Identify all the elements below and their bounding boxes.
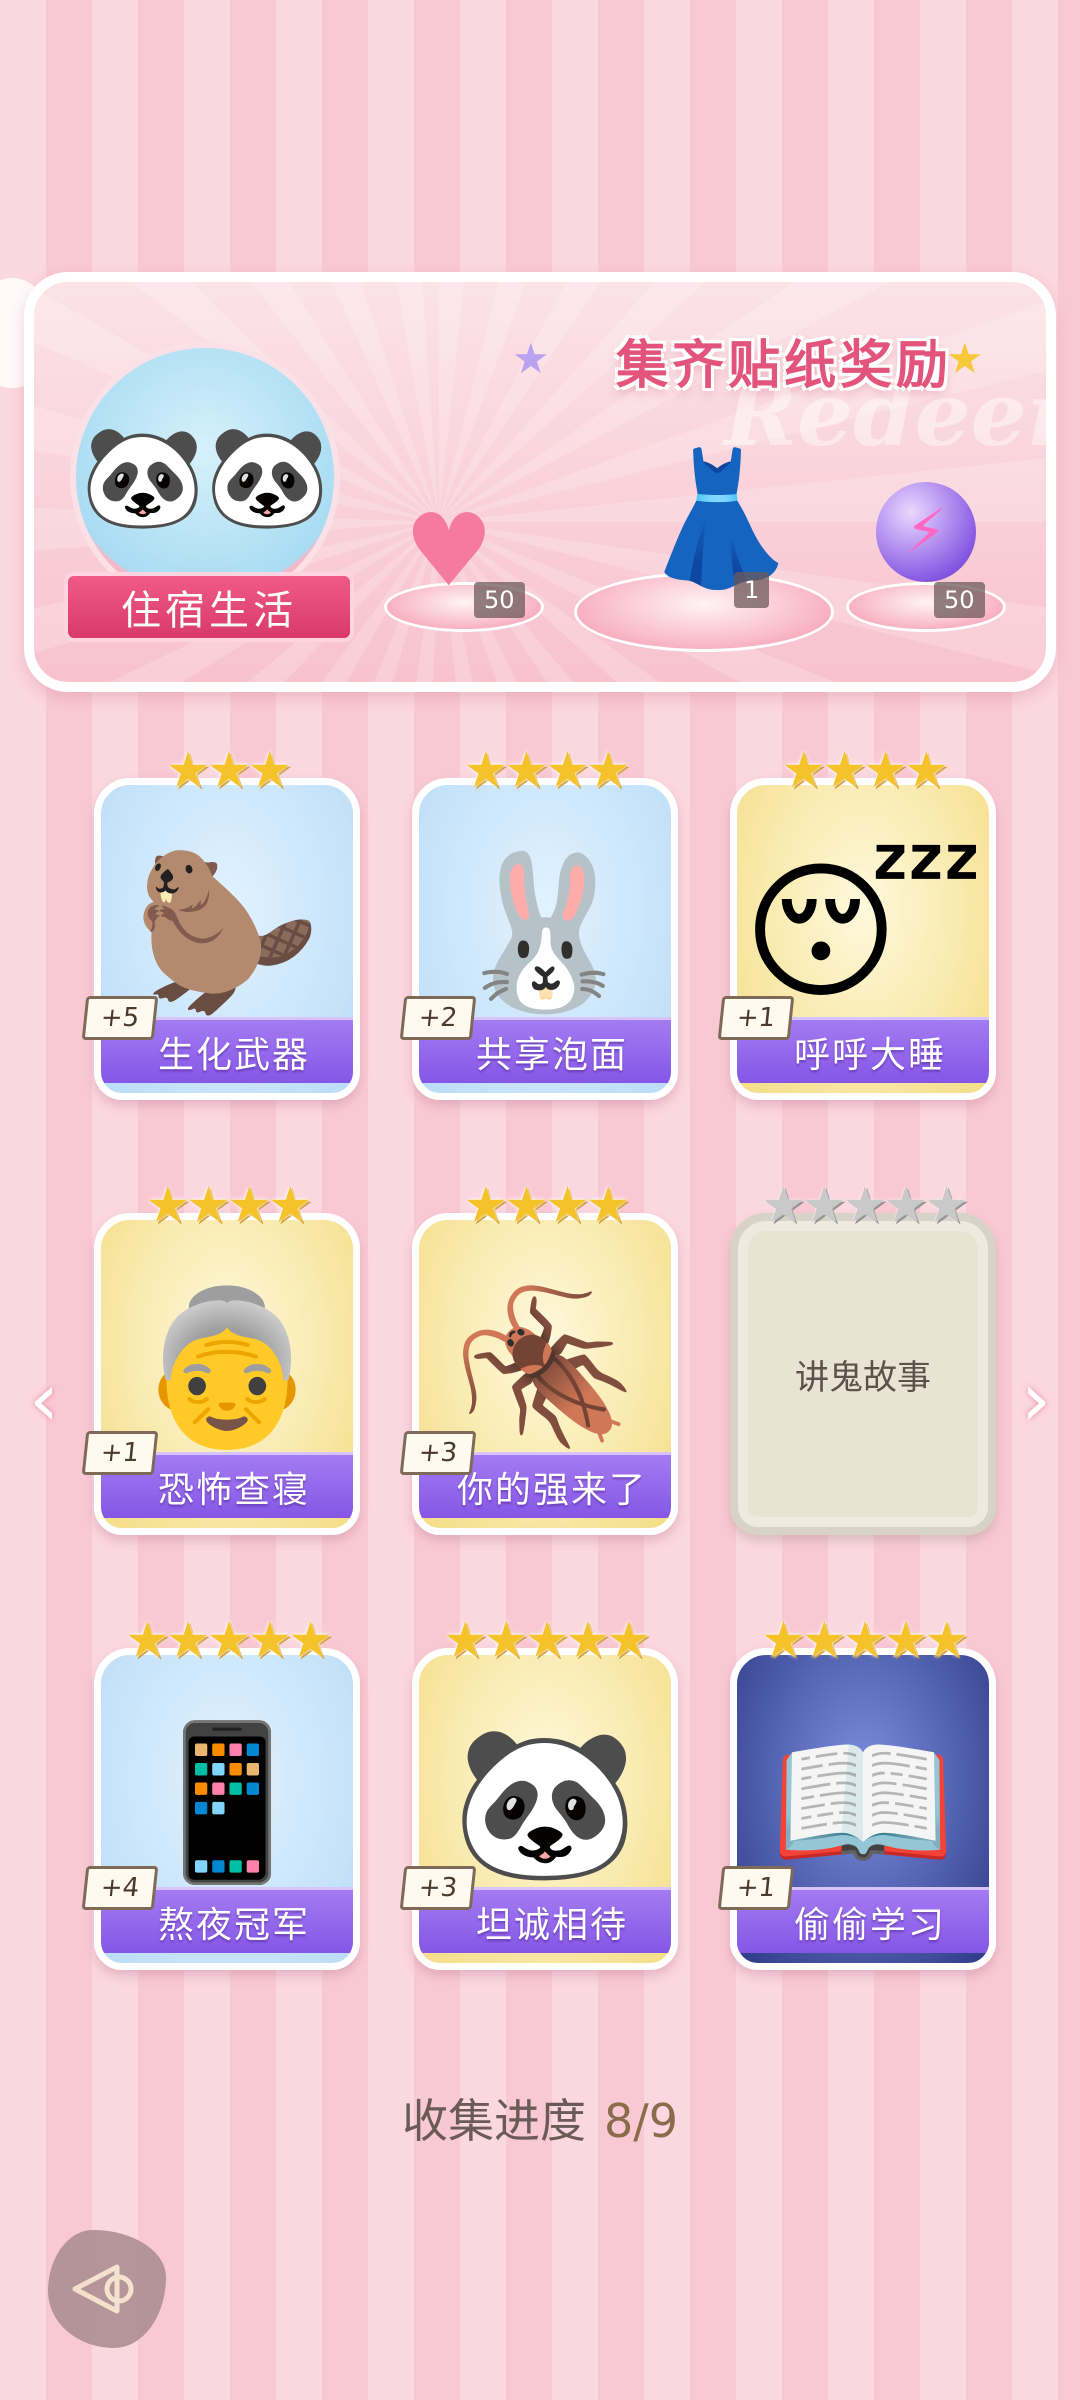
energy-orb-icon[interactable]: ⚡ — [876, 482, 976, 582]
sleeping-boy-icon: 😴 — [742, 845, 984, 1020]
bonus-badge: +1 — [717, 996, 795, 1040]
sticker-frame: 😴 呼呼大睡 — [730, 778, 996, 1100]
bonus-badge: +4 — [81, 1866, 159, 1910]
collection-progress: 收集进度 8/9 — [0, 2085, 1080, 2151]
rarity-stars: ★★★★★ — [760, 1176, 969, 1234]
reward-banner: Redeem ★ ★ 集齐贴纸奖励 🐼🐼 住宿生活 ♥ 50 👗 1 ⚡ 50 — [24, 272, 1056, 692]
sticker-name: 讲鬼故事 — [795, 1357, 931, 1398]
capybara-pajamas-icon: 🦫 — [133, 845, 321, 1020]
theme-name-ribbon: 住宿生活 — [64, 572, 354, 642]
next-page-arrow[interactable]: › — [1006, 1360, 1066, 1440]
sticker-card[interactable]: 🪳 你的强来了 +3 ★★★★ — [399, 1175, 678, 1535]
boy-reading-night-icon: 📖 — [769, 1715, 957, 1890]
sticker-card[interactable]: 📖 偷偷学习 +1 ★★★★★ — [717, 1610, 996, 1970]
back-arrow-icon — [72, 2264, 134, 2314]
sticker-frame: 🪳 你的强来了 — [412, 1213, 678, 1535]
rarity-stars: ★★★★★ — [442, 1611, 651, 1669]
rarity-stars: ★★★★★ — [124, 1611, 333, 1669]
prev-page-arrow[interactable]: ‹ — [14, 1360, 74, 1440]
sticker-frame: 🐰 共享泡面 — [412, 778, 678, 1100]
reward-count: 50 — [474, 582, 525, 618]
rarity-stars: ★★★ — [165, 741, 292, 799]
reward-count: 1 — [734, 572, 770, 608]
sticker-card[interactable]: 📱 熬夜冠军 +4 ★★★★★ — [81, 1610, 360, 1970]
sticker-card[interactable]: 讲鬼故事 ★★★★★ — [730, 1175, 996, 1535]
rarity-stars: ★★★★ — [781, 741, 948, 799]
sticker-card[interactable]: 👵 恐怖查寝 +1 ★★★★ — [81, 1175, 360, 1535]
rarity-stars: ★★★★ — [463, 741, 630, 799]
sticker-card[interactable]: 🐰 共享泡面 +2 ★★★★ — [399, 740, 678, 1100]
pandas-icon: 🐼🐼 — [80, 418, 330, 535]
progress-value: 8/9 — [603, 2094, 679, 2148]
rarity-stars: ★★★★ — [463, 1176, 630, 1234]
cockroach-icon: 🪳 — [451, 1280, 639, 1455]
bunny-noodles-icon: 🐰 — [451, 845, 639, 1020]
dress-outfit-icon[interactable]: 👗 — [638, 442, 800, 595]
rarity-stars: ★★★★★ — [760, 1611, 969, 1669]
sticker-frame: 📱 熬夜冠军 — [94, 1648, 360, 1970]
reward-count: 50 — [934, 582, 985, 618]
bonus-badge: +3 — [399, 1431, 477, 1475]
pandas-shower-icon: 🐼 — [451, 1715, 639, 1890]
sticker-card[interactable]: 🦫 生化武器 +5 ★★★ — [81, 740, 360, 1100]
dorm-aunt-icon: 👵 — [133, 1280, 321, 1455]
sticker-frame: 👵 恐怖查寝 — [94, 1213, 360, 1535]
bonus-badge: +5 — [81, 996, 159, 1040]
bonus-badge: +1 — [81, 1431, 159, 1475]
star-icon: ★ — [512, 334, 550, 383]
progress-label: 收集进度 — [401, 2094, 586, 2148]
sticker-frame: 🦫 生化武器 — [94, 778, 360, 1100]
sticker-frame: 📖 偷偷学习 — [730, 1648, 996, 1970]
bonus-badge: +3 — [399, 1866, 477, 1910]
rarity-stars: ★★★★ — [145, 1176, 312, 1234]
back-button[interactable] — [48, 2230, 166, 2348]
bonus-badge: +1 — [717, 1866, 795, 1910]
sticker-card[interactable]: 🐼 坦诚相待 +3 ★★★★★ — [399, 1610, 678, 1970]
bonus-badge: +2 — [399, 996, 477, 1040]
sticker-card[interactable]: 😴 呼呼大睡 +1 ★★★★ — [717, 740, 996, 1100]
boy-phone-bed-icon: 📱 — [133, 1715, 321, 1890]
sticker-frame: 🐼 坦诚相待 — [412, 1648, 678, 1970]
sticker-frame: 讲鬼故事 — [730, 1213, 996, 1535]
banner-title: 集齐贴纸奖励 — [615, 335, 952, 396]
